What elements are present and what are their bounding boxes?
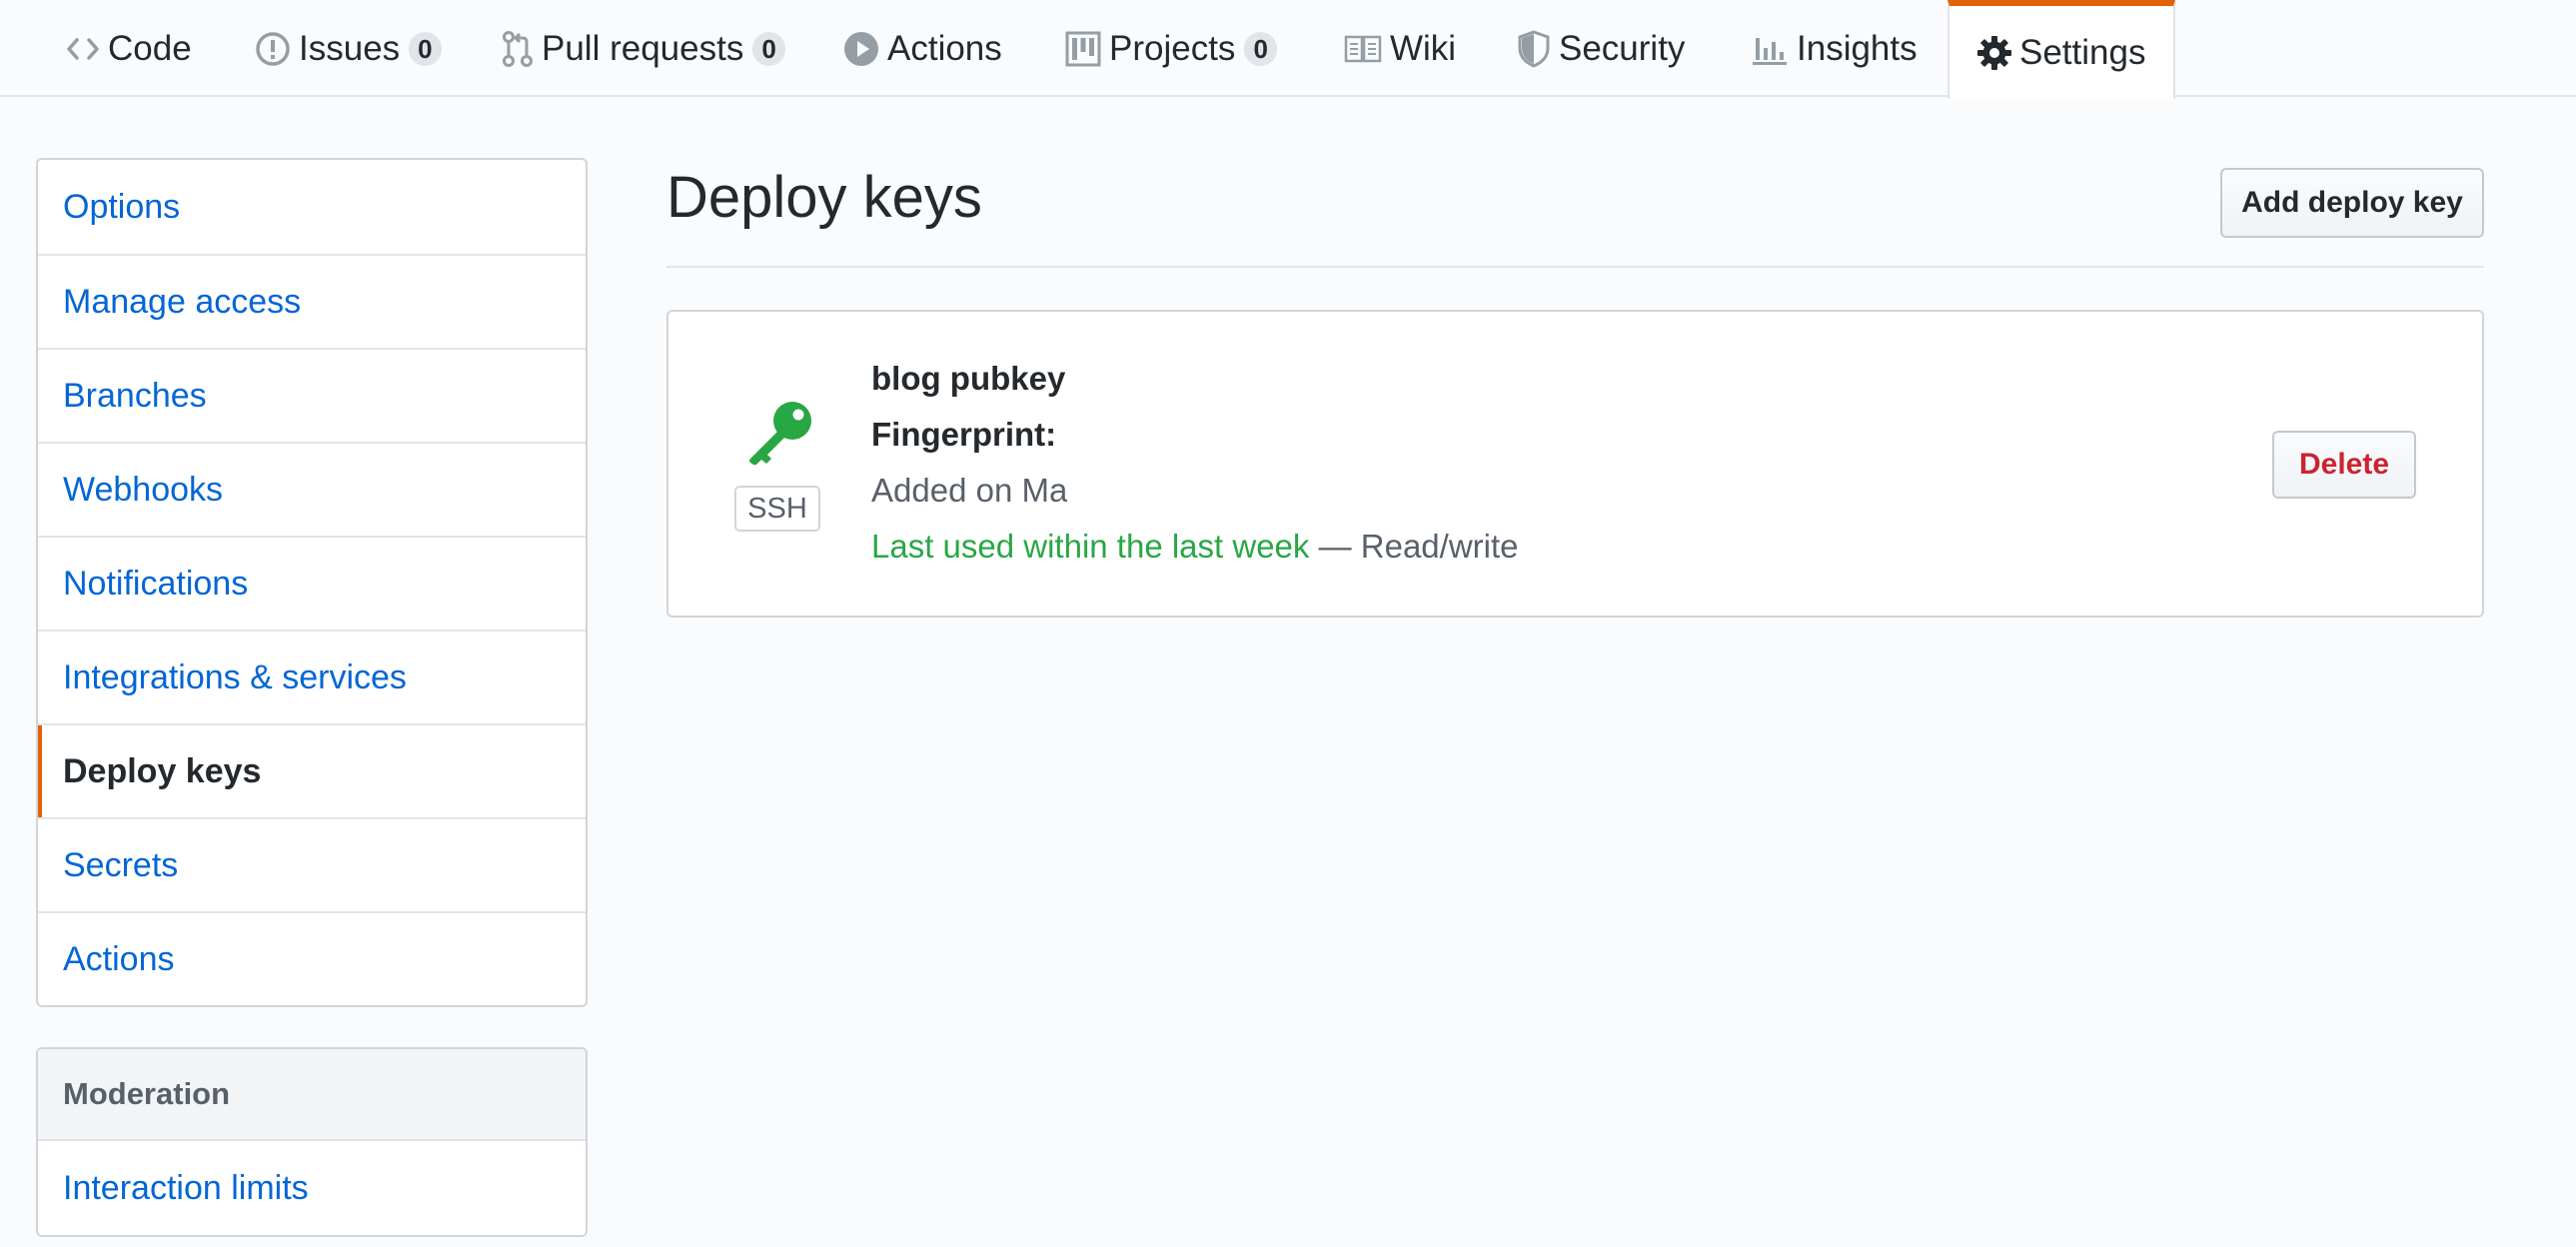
added-date: Added on Ma (871, 472, 1067, 509)
tab-label: Pull requests (542, 28, 744, 68)
tab-insights[interactable]: Insights (1751, 0, 1918, 97)
repo-nav-tabs: Code Issues 0 Pull requests 0 Actions Pr… (0, 0, 2576, 99)
sidebar-item-notifications[interactable]: Notifications (38, 536, 586, 629)
tab-issues[interactable]: Issues 0 (255, 0, 442, 97)
ssh-label: SSH (734, 486, 820, 532)
sidebar-item-webhooks[interactable]: Webhooks (38, 442, 586, 536)
header-divider (666, 266, 2484, 268)
tab-wiki[interactable]: Wiki (1344, 0, 1456, 97)
project-icon (1065, 31, 1101, 67)
tab-label: Projects (1109, 28, 1236, 68)
tab-actions[interactable]: Actions (843, 0, 1002, 97)
last-used-text: Last used within the last week (871, 528, 1310, 565)
sidebar-item-branches[interactable]: Branches (38, 348, 586, 442)
key-icon (740, 397, 816, 472)
graph-icon (1751, 32, 1789, 66)
git-pull-request-icon (502, 30, 534, 68)
access-level: — Read/write (1309, 528, 1519, 565)
sidebar-item-deploy-keys[interactable]: Deploy keys (38, 723, 586, 817)
delete-button[interactable]: Delete (2272, 431, 2416, 499)
sidebar-item-options[interactable]: Options (38, 160, 586, 254)
sidebar-item-integrations[interactable]: Integrations & services (38, 629, 586, 723)
deploy-key-title: blog pubkey (871, 360, 1066, 397)
deploy-key-list-item: SSH blog pubkey Fingerprint: Added on Ma… (666, 310, 2484, 618)
tab-code[interactable]: Code (66, 0, 192, 97)
tab-label: Issues (299, 28, 401, 68)
settings-sidebar: Options Manage access Branches Webhooks … (36, 158, 588, 1007)
last-used-line: Last used within the last week — Read/wr… (871, 528, 1519, 566)
tab-label: Security (1559, 28, 1686, 68)
tab-label: Insights (1797, 28, 1918, 68)
moderation-sidebar: Moderation Interaction limits (36, 1047, 588, 1237)
tab-settings[interactable]: Settings (1947, 0, 2176, 99)
fingerprint-label: Fingerprint: (871, 416, 1057, 453)
tab-projects[interactable]: Projects 0 (1065, 0, 1277, 97)
tab-label: Wiki (1390, 28, 1457, 68)
pull-requests-counter: 0 (752, 31, 785, 66)
book-icon (1344, 34, 1382, 64)
tab-label: Actions (887, 28, 1002, 68)
page-title: Deploy keys (666, 165, 982, 230)
tab-pull-requests[interactable]: Pull requests 0 (502, 0, 785, 97)
tab-label: Settings (2019, 32, 2146, 72)
play-icon (843, 31, 879, 67)
code-icon (66, 35, 100, 63)
issues-counter: 0 (409, 31, 442, 66)
tab-label: Code (108, 28, 192, 68)
shield-icon (1517, 29, 1551, 68)
sidebar-item-actions[interactable]: Actions (38, 911, 586, 1005)
moderation-heading: Moderation (38, 1049, 586, 1141)
sidebar-item-secrets[interactable]: Secrets (38, 817, 586, 911)
sidebar-item-manage-access[interactable]: Manage access (38, 254, 586, 348)
issue-opened-icon (255, 31, 291, 67)
tab-security[interactable]: Security (1517, 0, 1685, 97)
add-deploy-key-button[interactable]: Add deploy key (2220, 168, 2484, 238)
projects-counter: 0 (1244, 31, 1277, 66)
sidebar-item-interaction-limits[interactable]: Interaction limits (38, 1141, 586, 1235)
gear-icon (1977, 35, 2011, 70)
